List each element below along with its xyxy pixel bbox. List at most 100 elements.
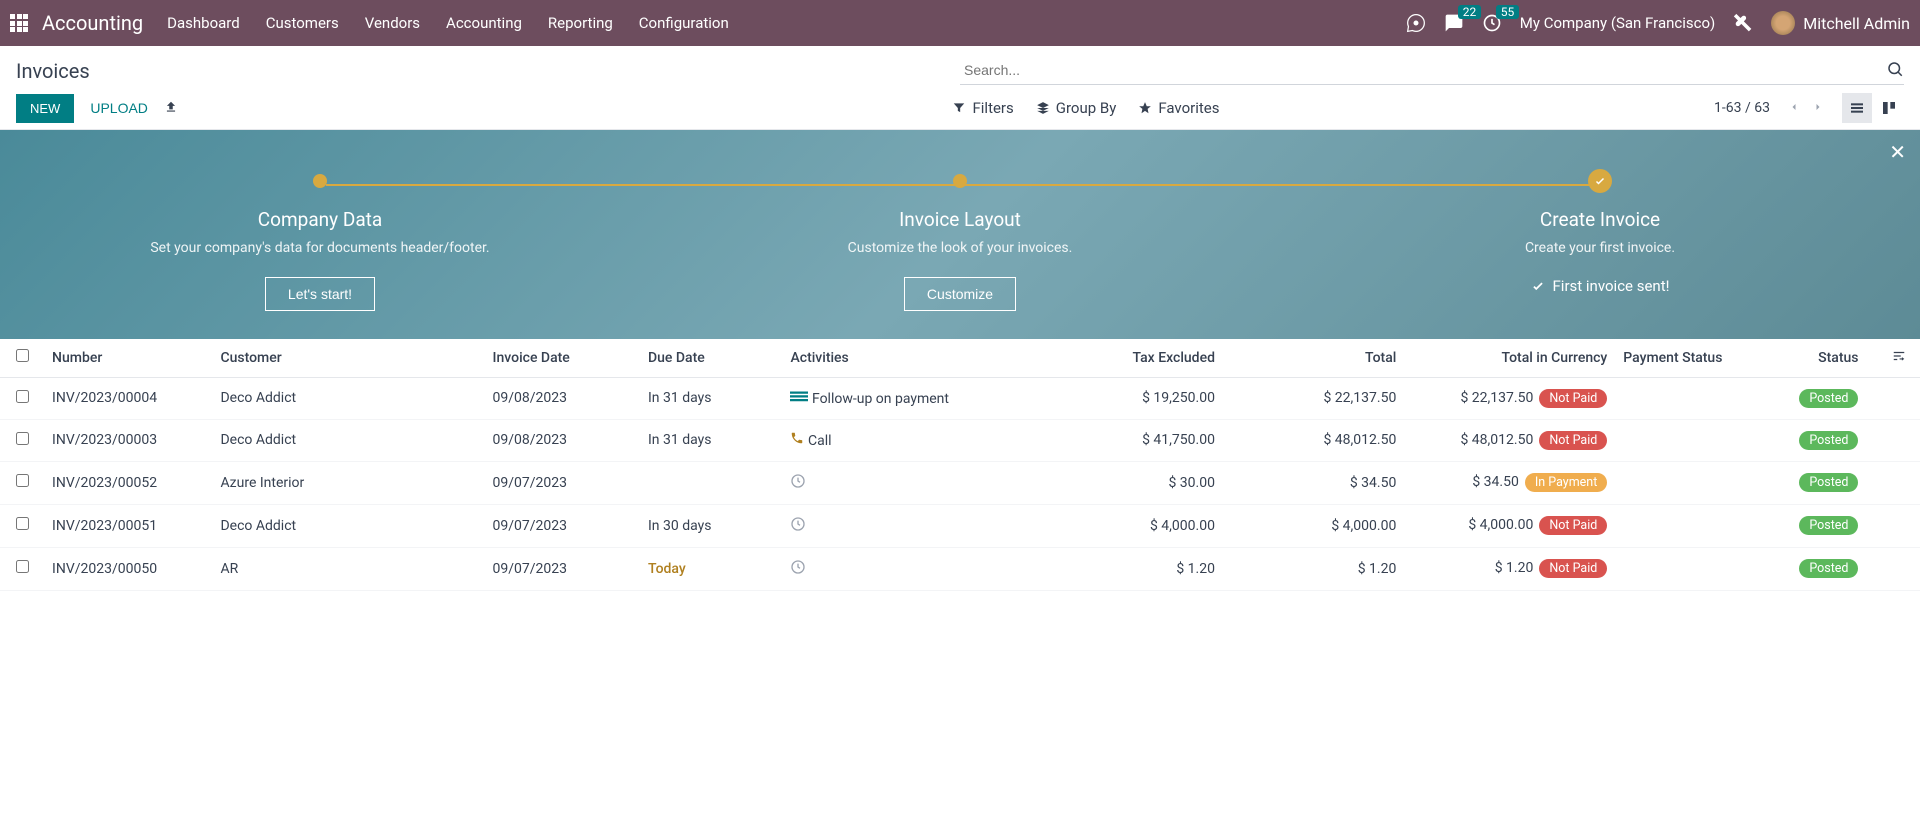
search-input[interactable] bbox=[960, 56, 1904, 84]
nav-customers[interactable]: Customers bbox=[266, 14, 339, 32]
col-total-currency[interactable]: Total in Currency bbox=[1404, 339, 1615, 378]
cell-number: INV/2023/00052 bbox=[44, 461, 212, 504]
cell-customer: Deco Addict bbox=[212, 377, 484, 419]
phone-icon[interactable] bbox=[790, 431, 804, 445]
groupby-dropdown[interactable]: Group By bbox=[1036, 99, 1117, 117]
cell-total-currency: $ 22,137.50Not Paid bbox=[1404, 377, 1615, 419]
status-badge: Posted bbox=[1799, 473, 1858, 492]
messages-icon[interactable]: 22 bbox=[1444, 13, 1464, 33]
col-tax-excluded[interactable]: Tax Excluded bbox=[1042, 339, 1223, 378]
col-total[interactable]: Total bbox=[1223, 339, 1404, 378]
table-row[interactable]: INV/2023/00003 Deco Addict 09/08/2023 In… bbox=[0, 419, 1920, 461]
payment-status-badge: Not Paid bbox=[1539, 559, 1607, 578]
cell-payment-status bbox=[1615, 504, 1758, 547]
tools-icon[interactable] bbox=[1733, 13, 1753, 33]
search-icon[interactable] bbox=[1886, 60, 1904, 81]
cell-total: $ 22,137.50 bbox=[1223, 377, 1404, 419]
followup-icon[interactable] bbox=[790, 389, 808, 403]
activities-icon[interactable]: 55 bbox=[1482, 13, 1502, 33]
cell-status: Posted bbox=[1758, 547, 1879, 590]
activity-label: Follow-up on payment bbox=[812, 391, 949, 407]
onboard-step-company-data: Company Data Set your company's data for… bbox=[0, 160, 640, 311]
select-all-checkbox[interactable] bbox=[16, 349, 29, 362]
cell-tax: $ 19,250.00 bbox=[1042, 377, 1223, 419]
company-name[interactable]: My Company (San Francisco) bbox=[1520, 14, 1715, 32]
clock-icon[interactable] bbox=[790, 559, 806, 575]
cell-payment-status bbox=[1615, 461, 1758, 504]
cell-total: $ 4,000.00 bbox=[1223, 504, 1404, 547]
cell-date: 09/07/2023 bbox=[485, 547, 640, 590]
control-panel: Invoices NEW UPLOAD Filters Group By Fav… bbox=[0, 46, 1920, 130]
col-invoice-date[interactable]: Invoice Date bbox=[485, 339, 640, 378]
nav-vendors[interactable]: Vendors bbox=[365, 14, 420, 32]
nav-right: 22 55 My Company (San Francisco) Mitchel… bbox=[1406, 11, 1910, 35]
invoice-table: Number Customer Invoice Date Due Date Ac… bbox=[0, 339, 1920, 591]
nav-links: Dashboard Customers Vendors Accounting R… bbox=[167, 14, 1406, 32]
row-checkbox[interactable] bbox=[16, 390, 29, 403]
col-due-date[interactable]: Due Date bbox=[640, 339, 783, 378]
nav-dashboard[interactable]: Dashboard bbox=[167, 14, 240, 32]
nav-configuration[interactable]: Configuration bbox=[639, 14, 729, 32]
payment-status-badge: Not Paid bbox=[1539, 389, 1607, 408]
pager-prev[interactable] bbox=[1784, 97, 1804, 120]
app-brand[interactable]: Accounting bbox=[42, 11, 143, 35]
lets-start-button[interactable]: Let's start! bbox=[265, 277, 375, 311]
cell-status: Posted bbox=[1758, 461, 1879, 504]
table-row[interactable]: INV/2023/00052 Azure Interior 09/07/2023… bbox=[0, 461, 1920, 504]
column-settings-icon[interactable] bbox=[1892, 349, 1906, 363]
nav-accounting[interactable]: Accounting bbox=[446, 14, 522, 32]
cell-due: In 31 days bbox=[640, 419, 783, 461]
table-row[interactable]: INV/2023/00050 AR 09/07/2023 Today $ 1.2… bbox=[0, 547, 1920, 590]
cell-total: $ 1.20 bbox=[1223, 547, 1404, 590]
step-dot-icon bbox=[313, 174, 327, 188]
cell-tax: $ 1.20 bbox=[1042, 547, 1223, 590]
col-activities[interactable]: Activities bbox=[782, 339, 1041, 378]
col-status[interactable]: Status bbox=[1758, 339, 1879, 378]
check-icon bbox=[1531, 279, 1545, 293]
status-badge: Posted bbox=[1799, 559, 1858, 578]
cell-status: Posted bbox=[1758, 377, 1879, 419]
status-badge: Posted bbox=[1799, 389, 1858, 408]
customize-button[interactable]: Customize bbox=[904, 277, 1016, 311]
row-checkbox[interactable] bbox=[16, 560, 29, 573]
row-checkbox[interactable] bbox=[16, 517, 29, 530]
kanban-view-button[interactable] bbox=[1874, 93, 1904, 123]
cell-customer: AR bbox=[212, 547, 484, 590]
list-view-button[interactable] bbox=[1842, 93, 1872, 123]
clock-icon[interactable] bbox=[790, 473, 806, 489]
row-checkbox[interactable] bbox=[16, 474, 29, 487]
support-icon[interactable] bbox=[1406, 13, 1426, 33]
filters-dropdown[interactable]: Filters bbox=[952, 99, 1013, 117]
user-menu[interactable]: Mitchell Admin bbox=[1771, 11, 1910, 35]
pager[interactable]: 1-63 / 63 bbox=[1714, 100, 1770, 116]
step-done-label: First invoice sent! bbox=[1300, 277, 1900, 295]
cell-customer: Azure Interior bbox=[212, 461, 484, 504]
table-row[interactable]: INV/2023/00004 Deco Addict 09/08/2023 In… bbox=[0, 377, 1920, 419]
user-name: Mitchell Admin bbox=[1803, 14, 1910, 33]
new-button[interactable]: NEW bbox=[16, 94, 74, 123]
payment-status-badge: Not Paid bbox=[1539, 431, 1607, 450]
col-number[interactable]: Number bbox=[44, 339, 212, 378]
col-payment-status[interactable]: Payment Status bbox=[1615, 339, 1758, 378]
nav-reporting[interactable]: Reporting bbox=[548, 14, 613, 32]
clock-icon[interactable] bbox=[790, 516, 806, 532]
pager-next[interactable] bbox=[1808, 97, 1828, 120]
apps-icon[interactable] bbox=[10, 14, 28, 32]
favorites-dropdown[interactable]: Favorites bbox=[1138, 99, 1219, 117]
cell-due: In 31 days bbox=[640, 377, 783, 419]
row-checkbox[interactable] bbox=[16, 432, 29, 445]
upload-button[interactable]: UPLOAD bbox=[90, 100, 148, 116]
col-customer[interactable]: Customer bbox=[212, 339, 484, 378]
cell-payment-status bbox=[1615, 377, 1758, 419]
payment-status-badge: Not Paid bbox=[1539, 516, 1607, 535]
cell-due: In 30 days bbox=[640, 504, 783, 547]
cell-activity: Call bbox=[782, 419, 1041, 461]
cell-total-currency: $ 4,000.00Not Paid bbox=[1404, 504, 1615, 547]
upload-icon[interactable] bbox=[164, 99, 178, 118]
cell-total: $ 34.50 bbox=[1223, 461, 1404, 504]
cell-tax: $ 4,000.00 bbox=[1042, 504, 1223, 547]
cell-number: INV/2023/00004 bbox=[44, 377, 212, 419]
table-row[interactable]: INV/2023/00051 Deco Addict 09/07/2023 In… bbox=[0, 504, 1920, 547]
page-title: Invoices bbox=[16, 59, 90, 83]
cell-tax: $ 41,750.00 bbox=[1042, 419, 1223, 461]
